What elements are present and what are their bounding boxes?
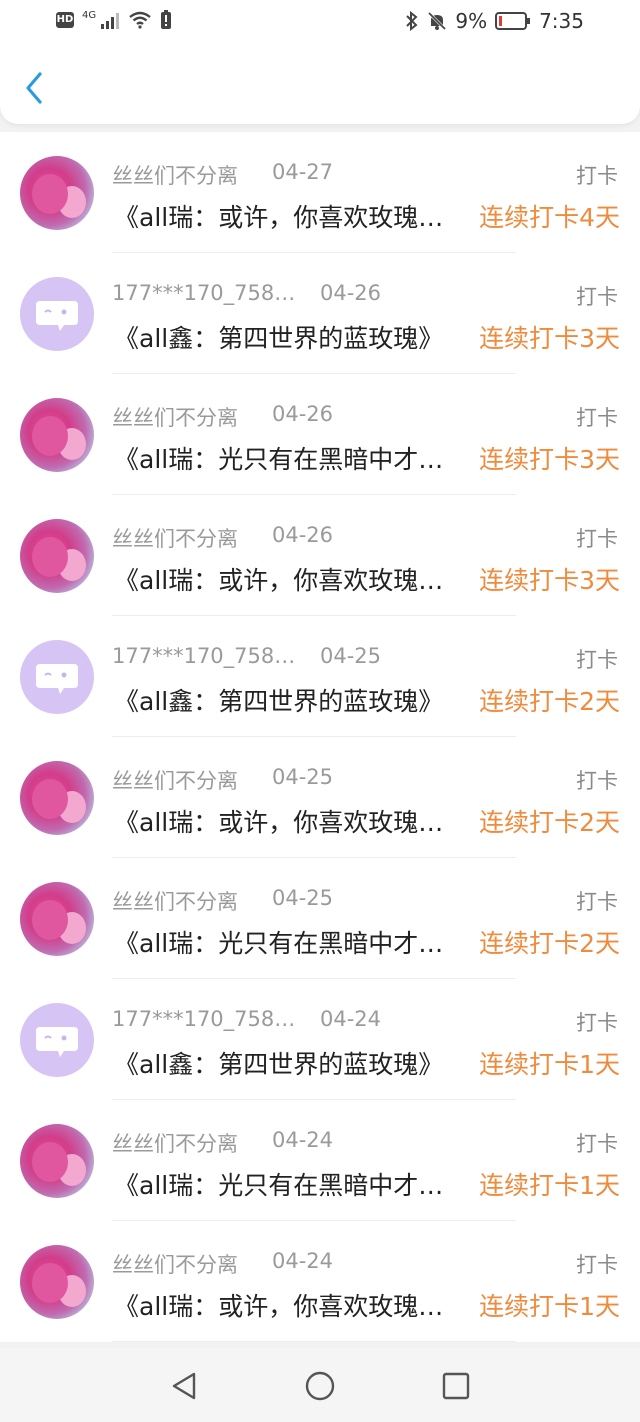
streak-badge: 连续打卡3天 [479, 566, 620, 595]
avatar[interactable] [20, 761, 94, 835]
post-date: 04-24 [320, 1007, 382, 1031]
book-title[interactable]: 《all瑞：光只有在黑暗中才… [114, 924, 470, 960]
action-label: 打卡 [576, 648, 618, 672]
book-title[interactable]: 《all鑫：第四世界的蓝玫瑰》 [114, 319, 470, 355]
streak-badge: 连续打卡2天 [479, 929, 620, 958]
hd-badge: HD [56, 12, 74, 28]
list-item[interactable]: 177***170_758… 04-25 打卡《all鑫：第四世界的蓝玫瑰》 连续打卡… [0, 616, 640, 737]
divider [112, 1341, 516, 1342]
username: 丝丝们不分离 [112, 406, 238, 430]
home-circle-icon [305, 1371, 335, 1401]
avatar[interactable] [20, 882, 94, 956]
post-date: 04-25 [320, 644, 382, 668]
system-nav-bar [0, 1348, 640, 1422]
action-label: 打卡 [576, 527, 618, 551]
chat-bubble-icon [36, 664, 78, 694]
streak-badge: 连续打卡1天 [479, 1171, 620, 1200]
username: 丝丝们不分离 [112, 769, 238, 793]
book-title[interactable]: 《all鑫：第四世界的蓝玫瑰》 [114, 1045, 470, 1081]
avatar[interactable] [20, 1245, 94, 1319]
action-label: 打卡 [576, 769, 618, 793]
username: 丝丝们不分离 [112, 1132, 238, 1156]
status-right: 9% 7:35 [405, 9, 584, 33]
list-item[interactable]: 丝丝们不分离 04-27 打卡《all瑞：或许，你喜欢玫瑰… 连续打卡4天 [0, 132, 640, 253]
username: 177***170_758… [112, 644, 296, 668]
list-item[interactable]: 177***170_758… 04-26 打卡《all鑫：第四世界的蓝玫瑰》 连续打卡… [0, 253, 640, 374]
avatar[interactable] [20, 519, 94, 593]
streak-badge: 连续打卡1天 [479, 1050, 620, 1079]
signal-icon [101, 13, 120, 29]
status-left: HD 4G [56, 10, 172, 30]
username: 丝丝们不分离 [112, 890, 238, 914]
network-type: 4G [82, 9, 97, 21]
top-nav-bar [0, 44, 640, 124]
recents-square-icon [442, 1372, 470, 1400]
post-date: 04-26 [272, 402, 334, 426]
streak-badge: 连续打卡4天 [479, 203, 620, 232]
post-date: 04-27 [272, 160, 334, 184]
action-label: 打卡 [576, 1132, 618, 1156]
list-item[interactable]: 丝丝们不分离 04-24 打卡《all瑞：光只有在黑暗中才… 连续打卡1天 [0, 1100, 640, 1221]
post-date: 04-24 [272, 1249, 334, 1273]
alert-battery-icon [161, 10, 172, 29]
streak-badge: 连续打卡2天 [479, 808, 620, 837]
streak-badge: 连续打卡3天 [479, 324, 620, 353]
book-title[interactable]: 《all瑞：或许，你喜欢玫瑰… [114, 803, 470, 839]
username: 丝丝们不分离 [112, 527, 238, 551]
username: 丝丝们不分离 [112, 164, 238, 188]
book-title[interactable]: 《all瑞：或许，你喜欢玫瑰… [114, 1287, 470, 1323]
avatar[interactable] [20, 1124, 94, 1198]
book-title[interactable]: 《all瑞：光只有在黑暗中才… [114, 440, 470, 476]
username: 丝丝们不分离 [112, 1253, 238, 1277]
streak-badge: 连续打卡1天 [479, 1292, 620, 1321]
post-date: 04-26 [320, 281, 382, 305]
checkin-list: 丝丝们不分离 04-27 打卡 《all瑞：或许，你喜欢玫瑰… 连续打卡4天 177***… [0, 132, 640, 1342]
book-title[interactable]: 《all瑞：或许，你喜欢玫瑰… [114, 561, 470, 597]
system-home-button[interactable] [304, 1370, 336, 1402]
list-item[interactable]: 丝丝们不分离 04-25 打卡《all瑞：或许，你喜欢玫瑰… 连续打卡2天 [0, 737, 640, 858]
post-date: 04-25 [272, 886, 334, 910]
action-label: 打卡 [576, 164, 618, 188]
chevron-left-icon [26, 72, 42, 104]
avatar[interactable] [20, 1003, 94, 1077]
action-label: 打卡 [576, 890, 618, 914]
battery-percent: 9% [455, 9, 488, 33]
status-bar: HD 4G 9% 7:35 [0, 0, 640, 44]
book-title[interactable]: 《all鑫：第四世界的蓝玫瑰》 [114, 682, 470, 718]
list-item[interactable]: 丝丝们不分离 04-26 打卡《all瑞：光只有在黑暗中才… 连续打卡3天 [0, 374, 640, 495]
avatar[interactable] [20, 640, 94, 714]
avatar[interactable] [20, 277, 94, 351]
action-label: 打卡 [576, 1011, 618, 1035]
post-date: 04-24 [272, 1128, 334, 1152]
list-item[interactable]: 丝丝们不分离 04-25 打卡《all瑞：光只有在黑暗中才… 连续打卡2天 [0, 858, 640, 979]
username: 177***170_758… [112, 281, 296, 305]
action-label: 打卡 [576, 285, 618, 309]
streak-badge: 连续打卡3天 [479, 445, 620, 474]
list-item[interactable]: 177***170_758… 04-24 打卡《all鑫：第四世界的蓝玫瑰》 连续打卡… [0, 979, 640, 1100]
wifi-icon [129, 11, 151, 29]
action-label: 打卡 [576, 406, 618, 430]
chat-bubble-icon [36, 1027, 78, 1057]
book-title[interactable]: 《all瑞：或许，你喜欢玫瑰… [114, 198, 470, 234]
battery-icon [495, 12, 531, 30]
mute-icon [428, 11, 447, 31]
back-triangle-icon [172, 1372, 196, 1400]
clock: 7:35 [539, 9, 584, 33]
chat-bubble-icon [36, 301, 78, 331]
username: 177***170_758… [112, 1007, 296, 1031]
book-title[interactable]: 《all瑞：光只有在黑暗中才… [114, 1166, 470, 1202]
avatar[interactable] [20, 398, 94, 472]
avatar[interactable] [20, 156, 94, 230]
back-button[interactable] [18, 68, 50, 108]
bluetooth-icon [406, 11, 418, 31]
list-item[interactable]: 丝丝们不分离 04-24 打卡《all瑞：或许，你喜欢玫瑰… 连续打卡1天 [0, 1221, 640, 1342]
list-item[interactable]: 丝丝们不分离 04-26 打卡《all瑞：或许，你喜欢玫瑰… 连续打卡3天 [0, 495, 640, 616]
streak-badge: 连续打卡2天 [479, 687, 620, 716]
system-recents-button[interactable] [440, 1370, 472, 1402]
system-back-button[interactable] [168, 1370, 200, 1402]
action-label: 打卡 [576, 1253, 618, 1277]
post-date: 04-26 [272, 523, 334, 547]
post-date: 04-25 [272, 765, 334, 789]
